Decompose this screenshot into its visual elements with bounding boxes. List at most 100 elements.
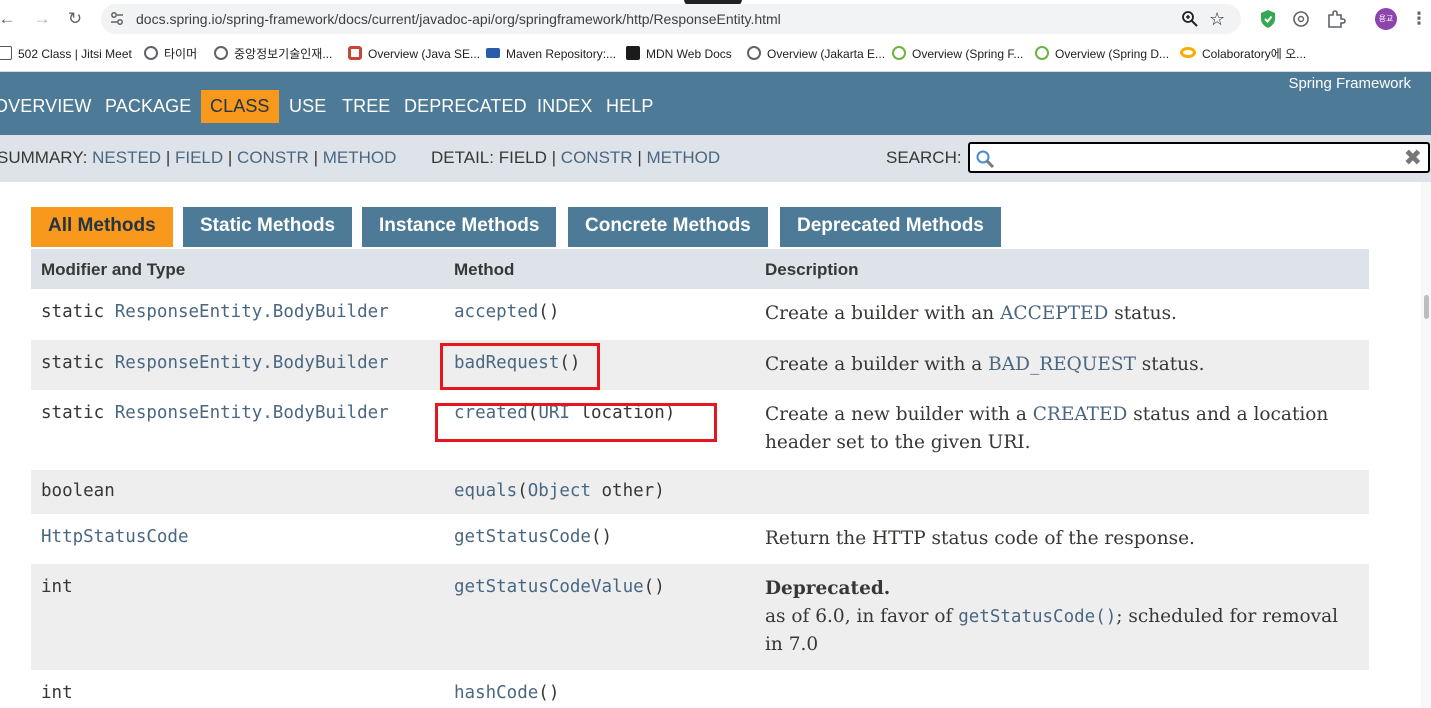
zoom-icon[interactable]	[1181, 10, 1199, 28]
bookmark-item[interactable]: Overview (Spring F...	[892, 38, 1023, 71]
modifier-type-cell: static ResponseEntity.BodyBuilder	[41, 353, 389, 373]
nav-deprecated[interactable]: DEPRECATED	[404, 90, 527, 123]
deprecation-note: as of 6.0, in favor of getStatusCode(); …	[765, 606, 1339, 655]
created-highlight-box	[435, 403, 717, 442]
detail-links: DETAIL: FIELD | CONSTR | METHOD	[431, 148, 721, 167]
param-type-link[interactable]: Object	[528, 481, 591, 501]
colab-icon	[1180, 47, 1196, 58]
bookmark-item[interactable]: Overview (Jakarta E...	[747, 38, 885, 71]
back-arrow-icon[interactable]: ←	[0, 8, 18, 30]
table-row: static ResponseEntity.BodyBuilder badReq…	[31, 340, 1369, 390]
header-method: Method	[454, 260, 515, 279]
nav-help[interactable]: HELP	[606, 90, 653, 123]
table-row: int getStatusCodeValue() Deprecated. as …	[31, 564, 1369, 670]
nav-tree[interactable]: TREE	[342, 90, 390, 123]
bookmark-item[interactable]: 중앙정보기술인재...	[214, 38, 332, 71]
tab-static-methods[interactable]: Static Methods	[183, 207, 353, 247]
nav-index[interactable]: INDEX	[537, 90, 593, 123]
address-bar[interactable]: docs.spring.io/spring-framework/docs/cur…	[101, 4, 1241, 34]
description-cell: Deprecated. as of 6.0, in favor of getSt…	[765, 575, 1345, 659]
bookmark-item[interactable]: 타이머	[144, 38, 197, 71]
method-cell: equals(Object other)	[454, 481, 665, 501]
bookmark-item[interactable]: Colaboratory에 오...	[1180, 38, 1306, 71]
maven-icon	[486, 48, 500, 58]
description-cell: Return the HTTP status code of the respo…	[765, 528, 1195, 549]
nav-use[interactable]: USE	[289, 90, 326, 123]
method-cell: getStatusCodeValue()	[454, 577, 665, 597]
method-link[interactable]: hashCode	[454, 683, 538, 703]
extensions-puzzle-icon[interactable]	[1325, 8, 1347, 30]
status-link[interactable]: ACCEPTED	[1000, 303, 1108, 324]
profile-avatar[interactable]: 용교	[1375, 8, 1397, 30]
oracle-icon	[348, 46, 362, 60]
spring-icon	[1035, 46, 1049, 60]
description-cell: Create a new builder with a CREATED stat…	[765, 404, 1329, 453]
bookmark-item[interactable]: MDN Web Docs	[626, 38, 732, 71]
modifier-type-cell: HttpStatusCode	[41, 527, 189, 547]
javadoc-top-nav: OVERVIEW PACKAGE CLASS USE TREE DEPRECAT…	[0, 72, 1431, 135]
modifier-type-cell: int	[41, 683, 73, 703]
tab-concrete-methods[interactable]: Concrete Methods	[568, 207, 768, 247]
header-description: Description	[765, 260, 859, 279]
search-label: SEARCH:	[886, 148, 962, 167]
method-cell: accepted()	[454, 302, 560, 322]
summary-constr-link[interactable]: CONSTR	[237, 148, 309, 167]
bookmark-item[interactable]: Overview (Spring D...	[1035, 38, 1169, 71]
modifier-type-cell: boolean	[41, 481, 115, 501]
scrollbar-thumb[interactable]	[1424, 295, 1429, 319]
method-cell: hashCode()	[454, 683, 560, 703]
globe-icon	[747, 46, 761, 60]
status-link[interactable]: CREATED	[1033, 404, 1128, 425]
table-row: HttpStatusCode getStatusCode() Return th…	[31, 514, 1369, 564]
summary-nested-link[interactable]: NESTED	[92, 148, 161, 167]
mdn-icon	[626, 46, 640, 60]
method-cell: getStatusCode()	[454, 527, 613, 547]
deprecated-label: Deprecated.	[765, 578, 891, 599]
bookmark-item[interactable]: 502 Class | Jitsi Meet	[0, 38, 132, 71]
bookmark-item[interactable]: Overview (Java SE...	[348, 38, 480, 71]
method-ref-link[interactable]: getStatusCode()	[958, 607, 1116, 627]
site-info-icon[interactable]	[110, 11, 124, 27]
bookmark-star-icon[interactable]: ☆	[1209, 7, 1225, 31]
table-header: Modifier and Type Method Description	[31, 249, 1369, 289]
browser-toolbar: ← → ↻ docs.spring.io/spring-framework/do…	[0, 0, 1431, 38]
detail-method-link[interactable]: METHOD	[646, 148, 720, 167]
description-cell: Create a builder with an ACCEPTED status…	[765, 303, 1177, 324]
type-link[interactable]: ResponseEntity.BodyBuilder	[115, 302, 389, 322]
status-link[interactable]: BAD_REQUEST	[988, 354, 1136, 375]
table-row: boolean equals(Object other)	[31, 470, 1369, 514]
summary-links: SUMMARY: NESTED | FIELD | CONSTR | METHO…	[0, 148, 397, 167]
nav-package[interactable]: PACKAGE	[105, 90, 191, 123]
extension-round-icon[interactable]	[1290, 8, 1312, 30]
shield-extension-icon[interactable]	[1257, 8, 1279, 30]
method-link[interactable]: getStatusCode	[454, 527, 591, 547]
type-link[interactable]: ResponseEntity.BodyBuilder	[115, 403, 389, 423]
jitsi-icon	[0, 46, 12, 60]
tab-instance-methods[interactable]: Instance Methods	[362, 207, 557, 247]
nav-class[interactable]: CLASS	[201, 90, 279, 123]
clear-search-icon[interactable]: ✖	[1404, 146, 1422, 170]
search-input[interactable]: ✖	[968, 142, 1430, 173]
page-scrollbar[interactable]	[1421, 182, 1431, 708]
type-link[interactable]: HttpStatusCode	[41, 527, 189, 547]
bookmark-item[interactable]: Maven Repository:...	[486, 38, 616, 71]
url-text[interactable]: docs.spring.io/spring-framework/docs/cur…	[136, 4, 781, 34]
forward-arrow-icon[interactable]: →	[31, 8, 53, 30]
detail-constr-link[interactable]: CONSTR	[561, 148, 633, 167]
type-link[interactable]: ResponseEntity.BodyBuilder	[115, 353, 389, 373]
modifier-type-cell: static ResponseEntity.BodyBuilder	[41, 403, 389, 423]
nav-overview[interactable]: OVERVIEW	[0, 90, 92, 123]
summary-method-link[interactable]: METHOD	[323, 148, 397, 167]
table-row: static ResponseEntity.BodyBuilder accept…	[31, 289, 1369, 340]
modifier-type-cell: static ResponseEntity.BodyBuilder	[41, 302, 389, 322]
summary-field-link[interactable]: FIELD	[175, 148, 223, 167]
reload-icon[interactable]: ↻	[64, 8, 86, 30]
tab-all-methods[interactable]: All Methods	[31, 207, 173, 247]
bookmarks-bar: 502 Class | Jitsi Meet 타이머 중앙정보기술인재... O…	[0, 38, 1431, 72]
method-link[interactable]: accepted	[454, 302, 538, 322]
globe-icon	[144, 46, 158, 60]
menu-kebab-icon[interactable]: ⋮	[1408, 8, 1430, 30]
tab-deprecated-methods[interactable]: Deprecated Methods	[780, 207, 1001, 247]
method-link[interactable]: equals	[454, 481, 517, 501]
method-link[interactable]: getStatusCodeValue	[454, 577, 644, 597]
